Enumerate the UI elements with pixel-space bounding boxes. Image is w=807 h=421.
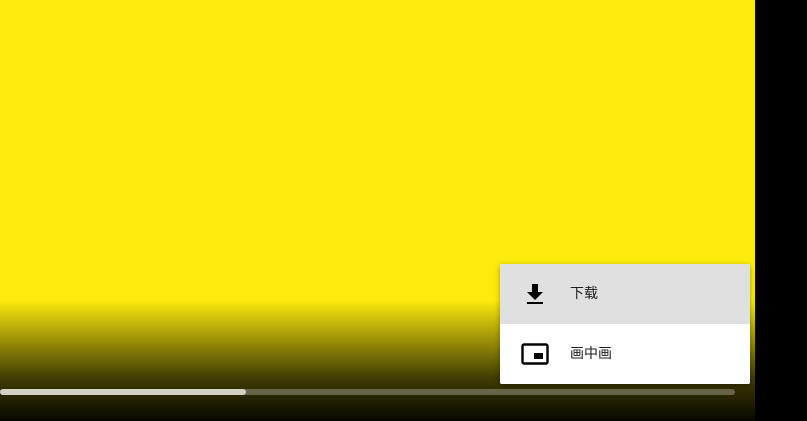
menu-item-picture-in-picture-label: 画中画 bbox=[570, 346, 612, 362]
menu-item-download[interactable]: 下载 bbox=[500, 264, 750, 324]
timeline-progress-fill bbox=[0, 389, 247, 395]
timeline-scrubber[interactable] bbox=[0, 389, 735, 395]
menu-item-download-label: 下载 bbox=[570, 286, 598, 302]
overflow-menu: 下载 画中画 bbox=[500, 264, 750, 384]
picture-in-picture-icon bbox=[520, 341, 550, 367]
video-player[interactable]: 下载 画中画 bbox=[0, 0, 755, 421]
menu-item-picture-in-picture[interactable]: 画中画 bbox=[500, 324, 750, 384]
download-icon bbox=[520, 281, 550, 307]
